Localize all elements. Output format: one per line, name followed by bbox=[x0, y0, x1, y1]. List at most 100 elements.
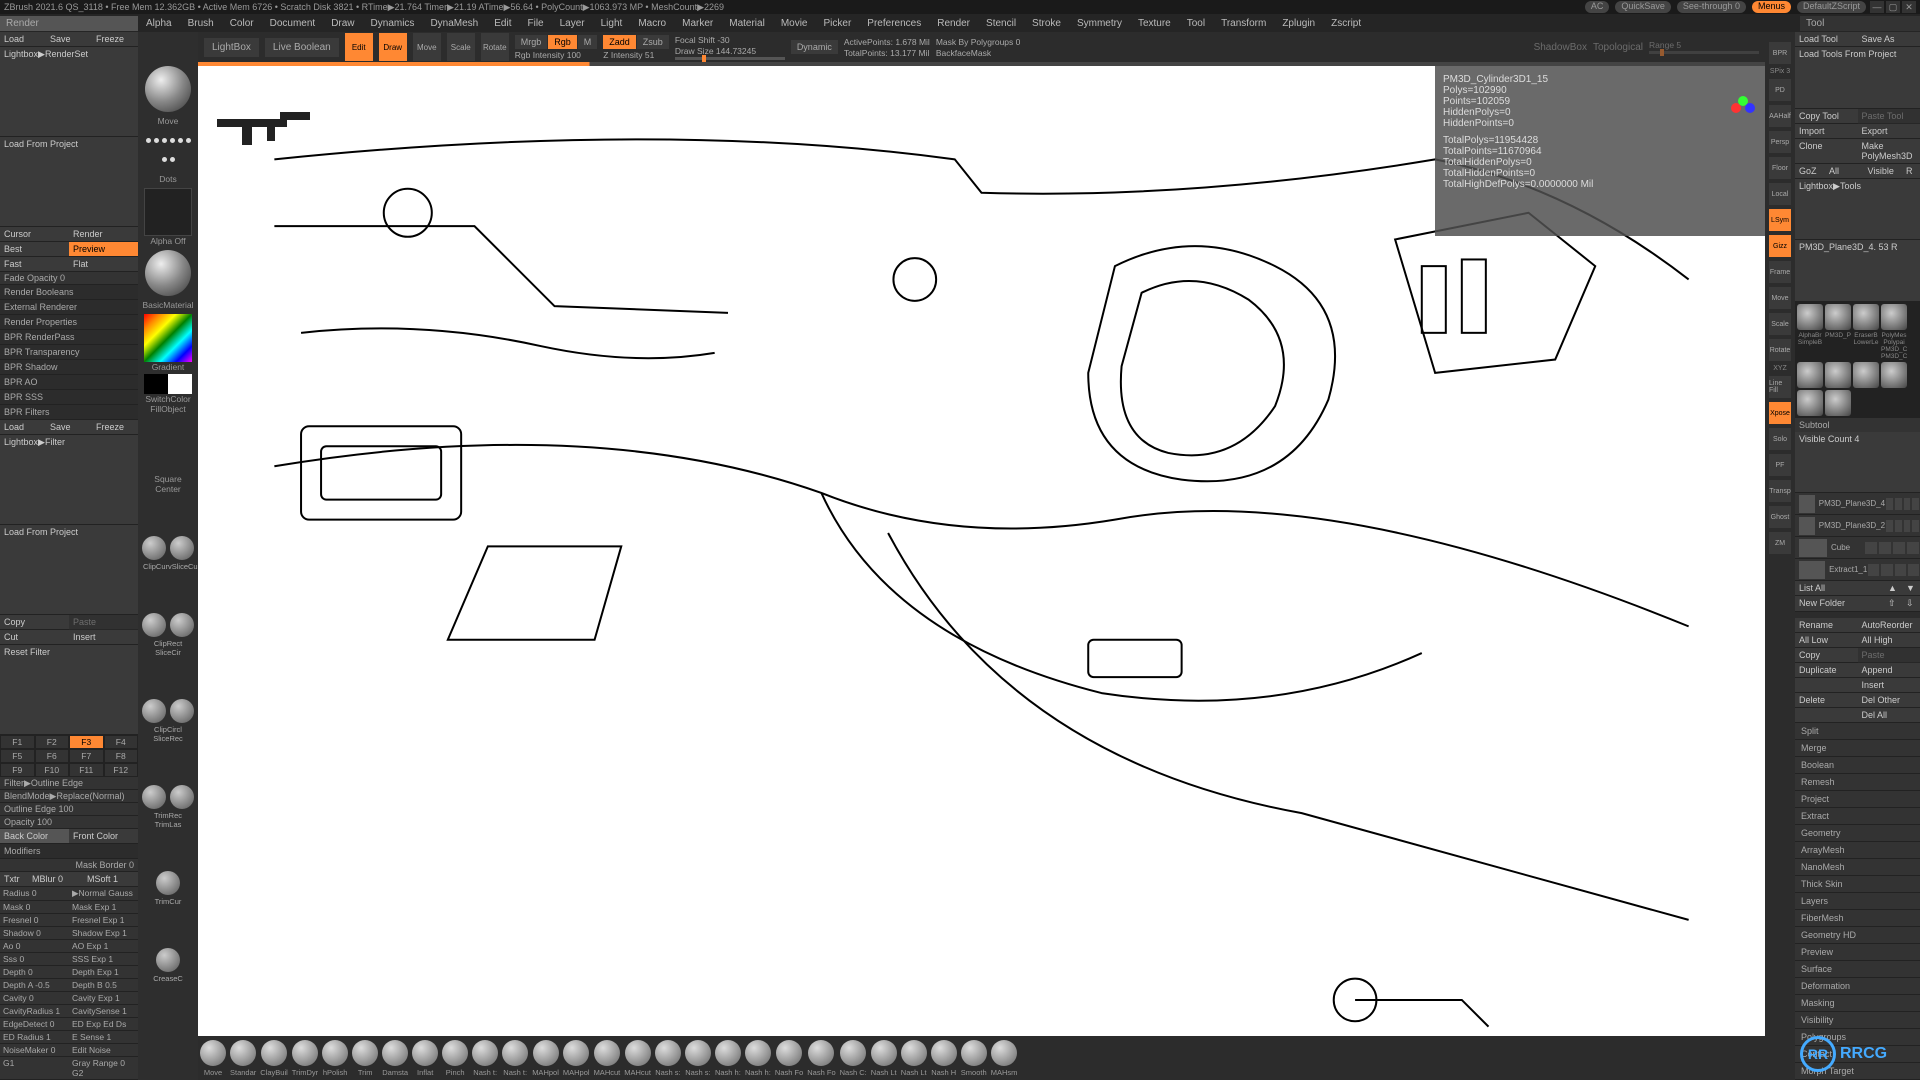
remesh[interactable]: Remesh bbox=[1795, 774, 1920, 791]
menu-render[interactable]: Render bbox=[929, 16, 978, 31]
z-intensity[interactable]: Z Intensity 51 bbox=[603, 50, 669, 60]
goz-r[interactable]: R bbox=[1902, 164, 1920, 179]
sss[interactable]: Sss 0 bbox=[0, 953, 69, 966]
contact[interactable]: Contact bbox=[1795, 1046, 1920, 1063]
menu-edit[interactable]: Edit bbox=[486, 16, 519, 31]
brush-item[interactable]: Nash t: bbox=[502, 1040, 528, 1077]
ao-exp[interactable]: AO Exp 1 bbox=[69, 940, 138, 953]
render-palette-label[interactable]: Render bbox=[0, 16, 138, 31]
menu-document[interactable]: Document bbox=[262, 16, 324, 31]
menu-texture[interactable]: Texture bbox=[1130, 16, 1179, 31]
save-button[interactable]: Save bbox=[46, 32, 92, 47]
menu-stroke[interactable]: Stroke bbox=[1024, 16, 1069, 31]
brush-item[interactable]: hPolish bbox=[322, 1040, 348, 1077]
menu-movie[interactable]: Movie bbox=[773, 16, 816, 31]
persp-icon[interactable]: Persp bbox=[1769, 131, 1791, 153]
f1[interactable]: F1 bbox=[0, 735, 35, 749]
cavity-sense[interactable]: CavitySense 1 bbox=[69, 1005, 138, 1018]
insert-sub[interactable]: Insert bbox=[1858, 678, 1920, 693]
brush-item[interactable]: Move bbox=[200, 1040, 226, 1077]
paste-sub[interactable]: Paste bbox=[1858, 648, 1920, 663]
f5[interactable]: F5 bbox=[0, 749, 35, 763]
xpose-icon[interactable]: Xpose bbox=[1769, 402, 1791, 424]
bpr-ao[interactable]: BPR AO bbox=[0, 375, 138, 390]
front-color[interactable]: Front Color bbox=[69, 829, 138, 844]
square[interactable]: Square bbox=[154, 474, 181, 484]
flat-button[interactable]: Flat bbox=[69, 257, 138, 272]
reset-filter[interactable]: Reset Filter bbox=[0, 645, 138, 735]
brush-item[interactable]: Nash C: bbox=[840, 1040, 867, 1077]
msoft[interactable]: MSoft 1 bbox=[83, 872, 138, 887]
brush-item[interactable]: Nash h: bbox=[715, 1040, 741, 1077]
maximize-button[interactable]: ▢ bbox=[1886, 1, 1900, 13]
rotate-nav-icon[interactable]: Rotate bbox=[1769, 339, 1791, 361]
normal-gauss[interactable]: ▶Normal Gauss bbox=[69, 887, 138, 901]
filter-outline[interactable]: Filter▶Outline Edge bbox=[0, 777, 138, 790]
edit-noise[interactable]: Edit Noise bbox=[69, 1044, 138, 1057]
fresnel[interactable]: Fresnel 0 bbox=[0, 914, 69, 927]
zadd-toggle[interactable]: Zadd bbox=[603, 35, 636, 49]
range[interactable]: Range 5 bbox=[1649, 40, 1759, 50]
f11[interactable]: F11 bbox=[69, 763, 104, 777]
new-folder[interactable]: New Folder bbox=[1795, 596, 1884, 612]
fresnel-exp[interactable]: Fresnel Exp 1 bbox=[69, 914, 138, 927]
subtool-row[interactable]: PM3D_Plane3D_4 bbox=[1795, 493, 1920, 515]
seethrough-pill[interactable]: See-through 0 bbox=[1677, 1, 1746, 13]
menu-layer[interactable]: Layer bbox=[552, 16, 593, 31]
swatch-black[interactable] bbox=[144, 374, 168, 394]
insert-btn[interactable]: Insert bbox=[69, 630, 138, 645]
polygroups[interactable]: Polygroups bbox=[1795, 1029, 1920, 1046]
backface-mask[interactable]: BackfaceMask bbox=[936, 48, 1021, 58]
frame-icon[interactable]: Frame bbox=[1769, 261, 1791, 283]
outline-edge[interactable]: Outline Edge 100 bbox=[0, 803, 138, 816]
brush-item[interactable]: ClayBuil bbox=[260, 1040, 288, 1077]
trim-curve-icon[interactable] bbox=[156, 871, 180, 895]
brush-item[interactable]: Nash H bbox=[931, 1040, 957, 1077]
bpr-shadow[interactable]: BPR Shadow bbox=[0, 360, 138, 375]
pf-icon[interactable]: PF bbox=[1769, 454, 1791, 476]
depth-exp[interactable]: Depth Exp 1 bbox=[69, 966, 138, 979]
brush-item[interactable]: Nash s: bbox=[655, 1040, 681, 1077]
render-button[interactable]: Render bbox=[69, 227, 138, 242]
best-button[interactable]: Best bbox=[0, 242, 69, 257]
surface[interactable]: Surface bbox=[1795, 961, 1920, 978]
paste-tool[interactable]: Paste Tool bbox=[1858, 109, 1920, 124]
autoreorder[interactable]: AutoReorder bbox=[1858, 618, 1920, 633]
copy-btn[interactable]: Copy bbox=[0, 615, 69, 630]
f8[interactable]: F8 bbox=[104, 749, 139, 763]
brush-item[interactable]: MAHsm bbox=[991, 1040, 1018, 1077]
move-nav-icon[interactable]: Move bbox=[1769, 287, 1791, 309]
subtool-row[interactable]: Cube bbox=[1795, 537, 1920, 559]
e-sense[interactable]: E Sense 1 bbox=[69, 1031, 138, 1044]
shadowbox[interactable]: ShadowBox bbox=[1534, 42, 1587, 53]
cut-btn[interactable]: Cut bbox=[0, 630, 69, 645]
brush-item[interactable]: Nash Lt bbox=[871, 1040, 897, 1077]
stroke-preview[interactable] bbox=[145, 132, 191, 168]
blendmode[interactable]: BlendMode▶Replace(Normal) bbox=[0, 790, 138, 803]
f12[interactable]: F12 bbox=[104, 763, 139, 777]
move-up-icon[interactable]: ⇧ bbox=[1884, 596, 1902, 612]
fibermesh[interactable]: FiberMesh bbox=[1795, 910, 1920, 927]
morph-target[interactable]: Morph Target bbox=[1795, 1063, 1920, 1080]
m-toggle[interactable]: M bbox=[578, 35, 598, 49]
menu-zscript[interactable]: Zscript bbox=[1323, 16, 1369, 31]
all-low[interactable]: All Low bbox=[1795, 633, 1858, 648]
local-icon[interactable]: Local bbox=[1769, 183, 1791, 205]
subtool-row[interactable]: PM3D_Plane3D_2 bbox=[1795, 515, 1920, 537]
rgb-toggle[interactable]: Rgb bbox=[548, 35, 577, 49]
lsym-icon[interactable]: LSym bbox=[1769, 209, 1791, 231]
brush-preview[interactable] bbox=[145, 66, 191, 112]
menu-material[interactable]: Material bbox=[721, 16, 773, 31]
gradient-label[interactable]: Gradient bbox=[152, 362, 185, 372]
project[interactable]: Project bbox=[1795, 791, 1920, 808]
menu-dynamesh[interactable]: DynaMesh bbox=[422, 16, 486, 31]
defaultzscript-pill[interactable]: DefaultZScript bbox=[1797, 1, 1866, 13]
tool-thumb[interactable] bbox=[1825, 304, 1851, 330]
current-tool[interactable]: PM3D_Plane3D_4. 53 R bbox=[1795, 240, 1920, 302]
brush-item[interactable]: MAHpol bbox=[563, 1040, 590, 1077]
bpr-transparency[interactable]: BPR Transparency bbox=[0, 345, 138, 360]
geometry[interactable]: Geometry bbox=[1795, 825, 1920, 842]
rotate-mode-icon[interactable]: Rotate bbox=[481, 33, 509, 61]
goz[interactable]: GoZ bbox=[1795, 164, 1825, 179]
delete[interactable]: Delete bbox=[1795, 693, 1858, 708]
